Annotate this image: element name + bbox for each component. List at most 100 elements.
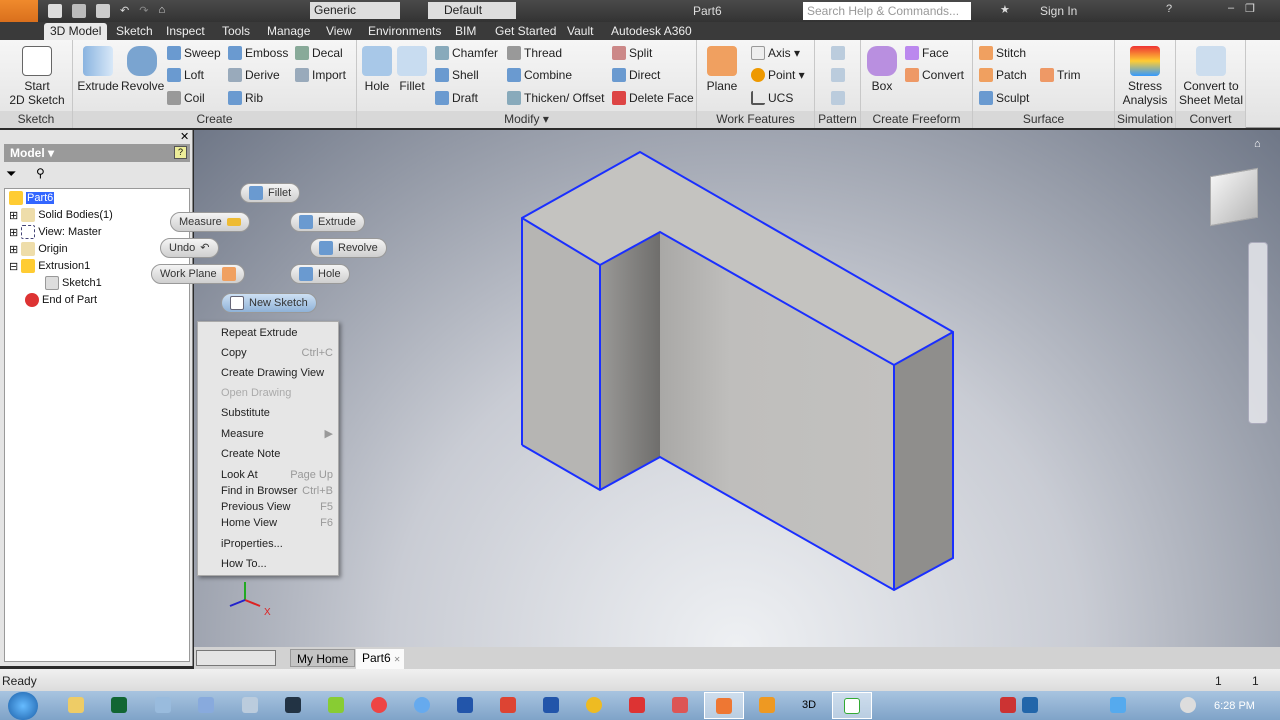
help-icon[interactable]: ? — [1166, 3, 1172, 15]
undo-icon[interactable]: ↶ — [120, 4, 129, 18]
circular-pattern-icon[interactable] — [831, 68, 845, 82]
ie-icon[interactable] — [414, 697, 430, 713]
view-cube[interactable] — [1210, 167, 1258, 227]
browser-header[interactable]: Model ▾ — [4, 144, 190, 162]
thicken-offset-button[interactable]: Thicken/ Offset — [507, 91, 604, 105]
fillet-button[interactable]: Fillet — [395, 42, 429, 93]
box-button[interactable]: Box — [865, 42, 899, 93]
tree-node-origin[interactable]: ⊞ Origin — [9, 242, 68, 256]
app-camera-icon[interactable] — [198, 697, 214, 713]
home-icon[interactable]: ⌂ — [158, 4, 165, 18]
chamfer-button[interactable]: Chamfer — [435, 46, 498, 60]
outlook-icon[interactable] — [457, 697, 473, 713]
open-icon[interactable] — [72, 4, 86, 18]
start-button[interactable] — [8, 692, 38, 720]
tab-vault[interactable]: Vault — [561, 23, 599, 40]
graphics-viewport[interactable]: X ⌂ — [194, 130, 1280, 647]
app-arrows-icon[interactable] — [285, 697, 301, 713]
close-tab-icon[interactable]: ✕ — [394, 655, 401, 664]
marking-undo-button[interactable]: Undo ↶ — [160, 238, 219, 258]
appearance-select[interactable]: Default — [428, 2, 516, 19]
face-button[interactable]: Face — [905, 46, 949, 60]
stress-analysis-button[interactable]: Stress Analysis — [1117, 42, 1173, 107]
home-view-icon[interactable]: ⌂ — [1254, 138, 1261, 150]
context-menu-item[interactable]: Substitute — [198, 404, 338, 422]
hole-button[interactable]: Hole — [361, 42, 393, 93]
tab-manage[interactable]: Manage — [261, 23, 316, 40]
inventor-taskbar-button[interactable] — [704, 692, 744, 719]
tab-my-home[interactable]: My Home — [290, 649, 356, 667]
tray-volume-icon[interactable] — [1180, 697, 1196, 713]
tab-3d-model[interactable]: 3D Model — [44, 23, 108, 40]
point-button[interactable]: Point ▾ — [751, 68, 805, 82]
direct-button[interactable]: Direct — [612, 68, 660, 82]
tab-bim[interactable]: BIM — [449, 23, 482, 40]
tree-node-solid-bodies[interactable]: ⊞ Solid Bodies(1) — [9, 208, 113, 222]
redo-icon[interactable]: ↷ — [139, 4, 148, 18]
save-icon[interactable] — [96, 4, 110, 18]
restore-icon[interactable]: ❐ — [1245, 2, 1255, 15]
tree-node-part6[interactable]: Part6 — [9, 191, 55, 205]
emboss-button[interactable]: Emboss — [228, 46, 288, 60]
derive-button[interactable]: Derive — [228, 68, 280, 82]
start-2d-sketch-button[interactable]: Start 2D Sketch — [8, 42, 66, 107]
powerpoint-icon[interactable] — [500, 697, 516, 713]
shell-button[interactable]: Shell — [435, 68, 479, 82]
app-3d-icon[interactable]: 3D — [802, 699, 816, 711]
draft-button[interactable]: Draft — [435, 91, 478, 105]
app-doc-icon[interactable] — [242, 697, 258, 713]
marking-extrude-button[interactable]: Extrude — [290, 212, 365, 232]
mirror-icon[interactable] — [831, 91, 845, 105]
app-s-icon[interactable] — [111, 697, 127, 713]
rectangular-pattern-icon[interactable] — [831, 46, 845, 60]
app-sunflower-icon[interactable] — [586, 697, 602, 713]
convert-to-sheet-metal-button[interactable]: Convert to Sheet Metal — [1178, 42, 1244, 107]
chrome-icon[interactable] — [371, 697, 387, 713]
sign-in-button[interactable]: Sign In — [1040, 4, 1077, 18]
context-menu-item[interactable]: Create Drawing View — [198, 364, 338, 382]
context-menu-item[interactable]: Create Note — [198, 445, 338, 463]
tab-tools[interactable]: Tools — [216, 23, 256, 40]
tree-node-end-of-part[interactable]: End of Part — [25, 293, 97, 307]
combine-button[interactable]: Combine — [507, 68, 572, 82]
rib-button[interactable]: Rib — [228, 91, 263, 105]
sweep-button[interactable]: Sweep — [167, 46, 221, 60]
app-red2-icon[interactable] — [672, 697, 688, 713]
fusion-icon[interactable] — [759, 697, 775, 713]
marking-revolve-button[interactable]: Revolve — [310, 238, 387, 258]
split-button[interactable]: Split — [612, 46, 652, 60]
app-ss-icon[interactable] — [155, 697, 171, 713]
convert-button[interactable]: Convert — [905, 68, 964, 82]
context-menu-item[interactable]: Measure ▶ — [198, 425, 338, 443]
stitch-button[interactable]: Stitch — [979, 46, 1026, 60]
app-red-icon[interactable] — [629, 697, 645, 713]
help-icon[interactable]: ? — [174, 146, 187, 159]
marking-fillet-button[interactable]: Fillet — [240, 183, 301, 203]
coil-button[interactable]: Coil — [167, 91, 205, 105]
thread-button[interactable]: Thread — [507, 46, 562, 60]
context-menu-item[interactable]: iProperties... — [198, 535, 338, 553]
new-icon[interactable] — [48, 4, 62, 18]
extrude-button[interactable]: Extrude — [77, 42, 119, 93]
filter-icon[interactable]: ⏷ — [6, 166, 16, 182]
tree-node-sketch1[interactable]: Sketch1 — [45, 276, 102, 290]
ucs-button[interactable]: UCS — [751, 91, 793, 105]
find-icon[interactable]: ⚲ — [36, 166, 45, 180]
material-select[interactable]: Generic — [310, 2, 400, 19]
explorer-icon[interactable] — [68, 697, 84, 713]
clock[interactable]: 6:28 PM — [1214, 700, 1255, 712]
context-menu-item[interactable]: Copy Ctrl+C — [198, 344, 338, 362]
word-icon[interactable] — [543, 697, 559, 713]
marking-work-plane-button[interactable]: Work Plane — [151, 264, 245, 284]
decal-button[interactable]: Decal — [295, 46, 343, 60]
tray-shield-icon[interactable] — [1000, 697, 1016, 713]
tab-inspect[interactable]: Inspect — [160, 23, 211, 40]
patch-button[interactable]: Patch — [979, 68, 1027, 82]
axis-button[interactable]: Axis ▾ — [751, 46, 800, 60]
tray-network-icon[interactable] — [1110, 697, 1126, 713]
tab-environments[interactable]: Environments — [362, 23, 447, 40]
loft-button[interactable]: Loft — [167, 68, 204, 82]
marking-new-sketch-button[interactable]: New Sketch — [221, 293, 317, 313]
import-button[interactable]: Import — [295, 68, 346, 82]
camtasia-taskbar-button[interactable] — [832, 692, 872, 719]
